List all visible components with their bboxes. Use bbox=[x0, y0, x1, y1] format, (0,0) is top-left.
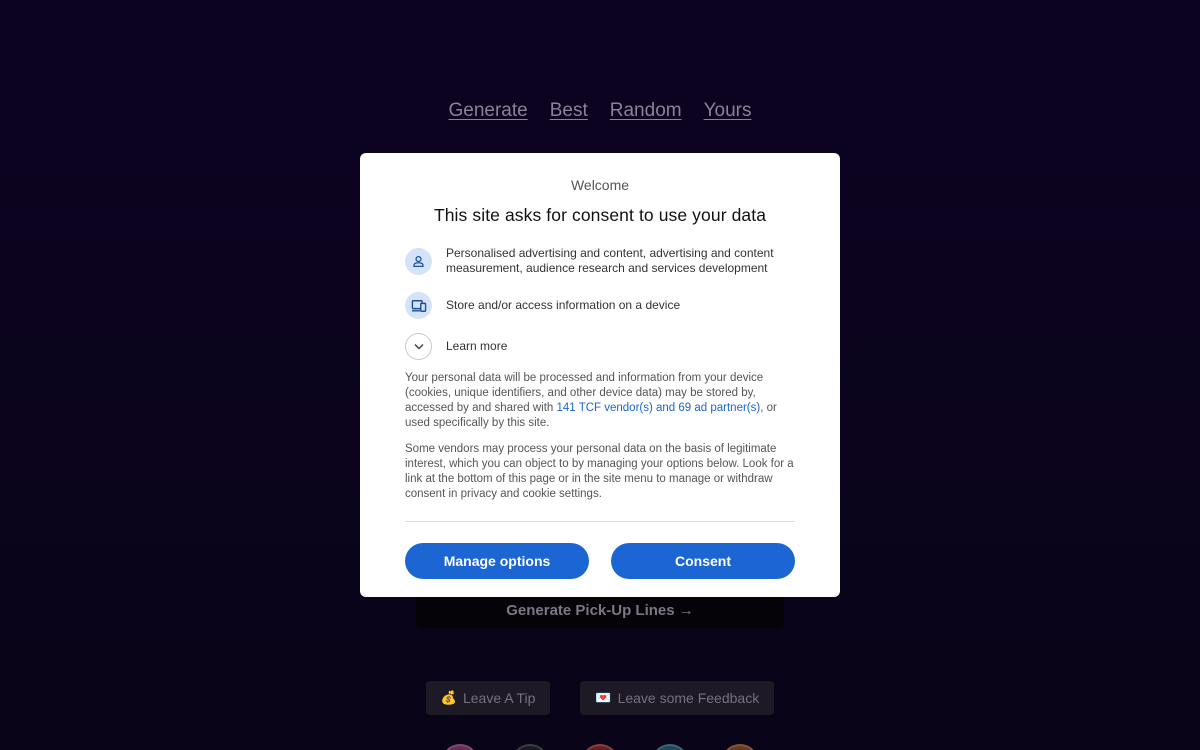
chevron-down-icon[interactable] bbox=[405, 333, 432, 360]
purpose-label: Store and/or access information on a dev… bbox=[446, 298, 681, 312]
learn-more-label[interactable]: Learn more bbox=[446, 339, 507, 354]
purpose-label: Personalised advertising and content, ad… bbox=[446, 246, 774, 275]
person-icon bbox=[405, 247, 432, 275]
dialog-welcome: Welcome bbox=[570, 177, 630, 193]
divider bbox=[405, 521, 795, 522]
consent-button[interactable]: Consent bbox=[611, 543, 795, 579]
learn-more-toggle[interactable]: Learn more bbox=[405, 333, 795, 360]
purpose-personalised-ads: Personalised advertising and content, ad… bbox=[405, 246, 795, 276]
dialog-actions: Manage options Consent bbox=[405, 543, 795, 579]
device-icon bbox=[405, 292, 432, 319]
consent-dialog: Welcome This site asks for consent to us… bbox=[360, 153, 840, 597]
consent-paragraph-2: Some vendors may process your personal d… bbox=[405, 443, 794, 500]
consent-paragraph-1: Your personal data will be processed and… bbox=[405, 371, 795, 431]
dialog-title: This site asks for consent to use your d… bbox=[433, 205, 767, 225]
vendors-link[interactable]: 141 TCF vendor(s) and 69 ad partner(s) bbox=[557, 402, 761, 414]
purpose-store-access: Store and/or access information on a dev… bbox=[405, 292, 795, 319]
manage-options-button[interactable]: Manage options bbox=[405, 543, 589, 579]
